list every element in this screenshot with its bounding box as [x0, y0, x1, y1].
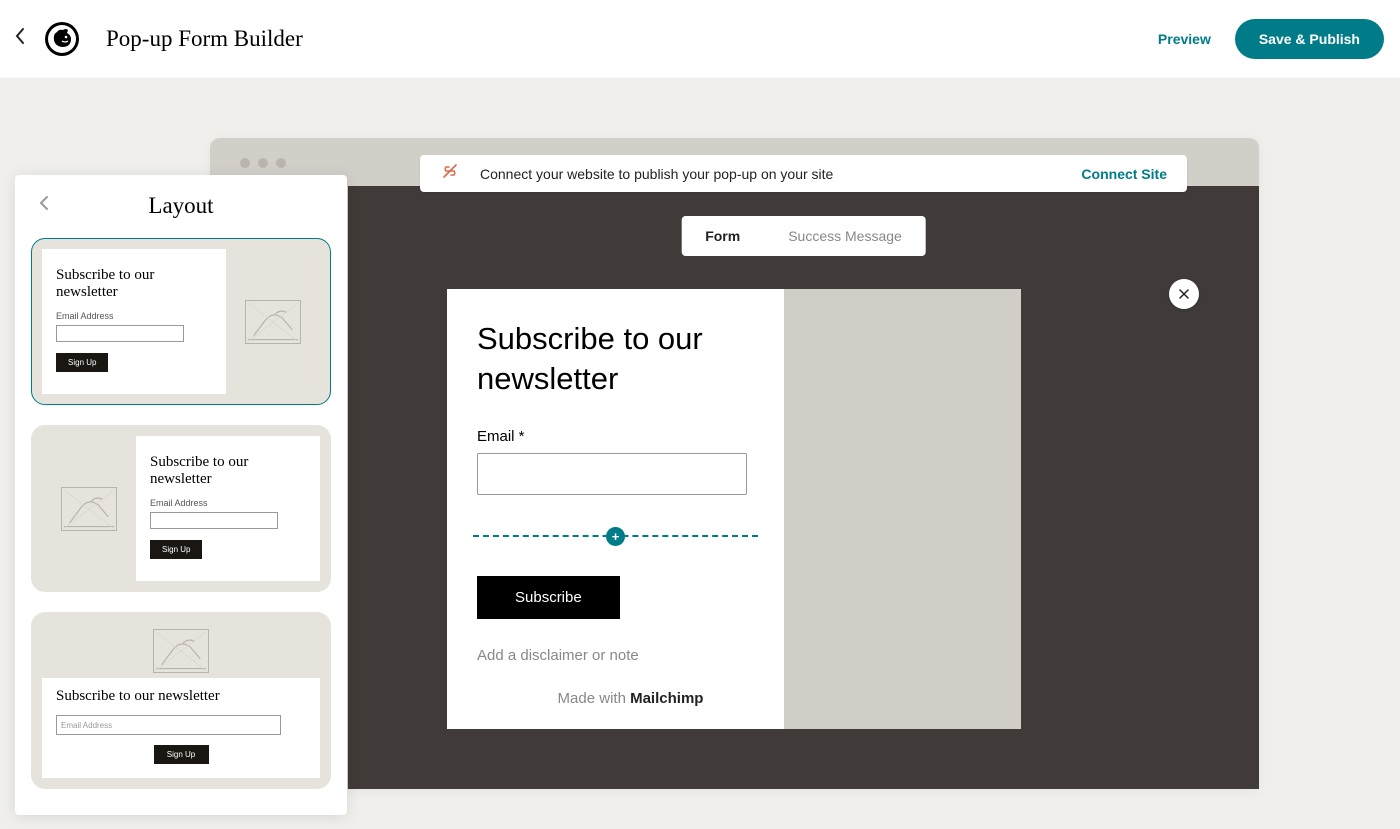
page-title: Pop-up Form Builder	[106, 26, 303, 52]
close-popup-button[interactable]	[1169, 279, 1199, 309]
preview-button[interactable]: Preview	[1158, 31, 1211, 47]
popup-heading[interactable]: Subscribe to our newsletter	[477, 319, 754, 400]
subscribe-button[interactable]: Subscribe	[477, 576, 620, 619]
template-button: Sign Up	[56, 353, 108, 372]
layout-sidebar: Layout Subscribe to our newsletter Email…	[15, 175, 347, 815]
template-title: Subscribe to our newsletter	[56, 267, 212, 301]
main-canvas: Connect your website to publish your pop…	[0, 78, 1400, 829]
disclaimer-text[interactable]: Add a disclaimer or note	[477, 647, 754, 664]
layout-option-image-left[interactable]: Subscribe to our newsletter Email Addres…	[31, 425, 331, 592]
template-button: Sign Up	[154, 745, 209, 764]
mailchimp-logo	[42, 19, 82, 59]
layout-options-list[interactable]: Subscribe to our newsletter Email Addres…	[15, 230, 347, 815]
add-field-button[interactable]: +	[606, 527, 625, 546]
sidebar-title: Layout	[148, 193, 213, 219]
template-input	[150, 512, 278, 529]
template-image-placeholder	[42, 623, 320, 678]
template-image-placeholder	[42, 436, 136, 581]
popup-form-panel: Subscribe to our newsletter Email * + Su…	[447, 289, 784, 729]
template-button: Sign Up	[150, 540, 202, 559]
connect-message: Connect your website to publish your pop…	[480, 166, 833, 182]
popup-preview: Subscribe to our newsletter Email * + Su…	[447, 289, 1021, 729]
header-right: Preview Save & Publish	[1158, 19, 1390, 59]
template-field-label: Email Address	[150, 498, 306, 508]
app-header: Pop-up Form Builder Preview Save & Publi…	[0, 0, 1400, 78]
tab-success-message[interactable]: Success Message	[764, 216, 926, 256]
email-input[interactable]	[477, 453, 747, 495]
email-label: Email *	[477, 428, 754, 445]
tab-form[interactable]: Form	[681, 216, 764, 256]
template-input: Email Address	[56, 715, 281, 735]
sidebar-back-button[interactable]	[37, 193, 51, 218]
preview-tab-switcher: Form Success Message	[681, 216, 926, 256]
template-title: Subscribe to our newsletter	[150, 454, 306, 488]
save-publish-button[interactable]: Save & Publish	[1235, 19, 1384, 59]
template-input	[56, 325, 184, 342]
layout-option-image-top[interactable]: Subscribe to our newsletter Email Addres…	[31, 612, 331, 789]
template-image-placeholder	[226, 249, 320, 394]
connect-site-button[interactable]: Connect Site	[1081, 166, 1167, 182]
layout-option-image-right[interactable]: Subscribe to our newsletter Email Addres…	[31, 238, 331, 405]
unlink-icon	[440, 163, 460, 184]
header-left: Pop-up Form Builder	[10, 19, 303, 59]
connect-notification: Connect your website to publish your pop…	[420, 155, 1187, 192]
sidebar-header: Layout	[15, 175, 347, 230]
preview-canvas: Connect your website to publish your pop…	[348, 186, 1259, 789]
add-field-divider: +	[477, 527, 754, 546]
back-button[interactable]	[10, 23, 30, 54]
template-title: Subscribe to our newsletter	[56, 688, 306, 705]
browser-mockup: Connect your website to publish your pop…	[210, 138, 1259, 789]
made-with-footer: Made with Mailchimp	[507, 690, 754, 707]
template-field-label: Email Address	[56, 311, 212, 321]
